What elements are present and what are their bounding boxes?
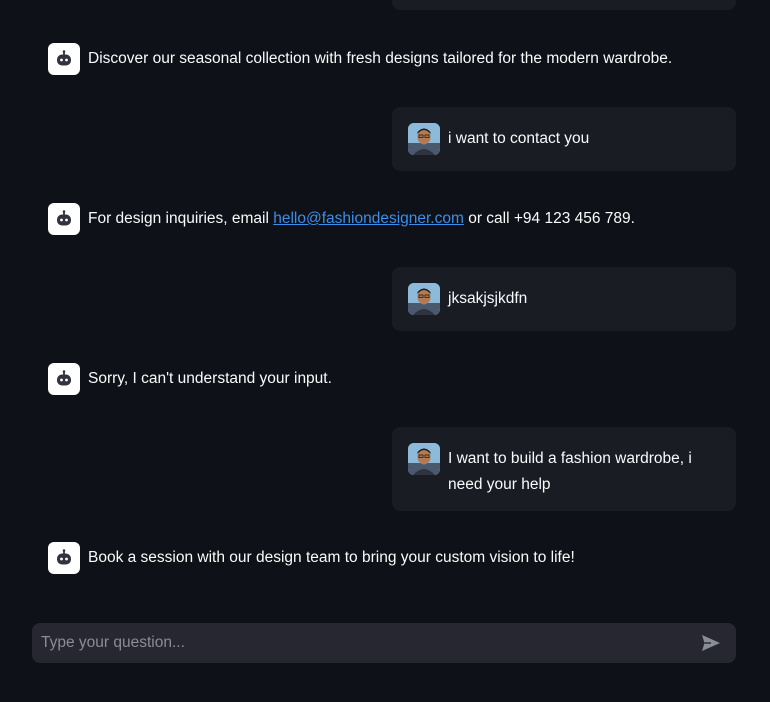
message-text: jksakjsjkdfn [448, 290, 528, 307]
robot-icon [48, 43, 80, 75]
assistant-message: For design inquiries, email hello@fashio… [48, 203, 738, 235]
message-text: i want to contact you [448, 130, 590, 147]
assistant-message: Discover our seasonal collection with fr… [48, 43, 738, 75]
message-text-before-link: For design inquiries, email [88, 210, 274, 227]
message-text: Discover our seasonal collection with fr… [88, 50, 673, 67]
user-message: jksakjsjkdfn [392, 267, 736, 331]
message-text-after-link: or call +94 123 456 789. [463, 210, 635, 227]
chat-input-bar [32, 623, 736, 663]
chat-input[interactable] [41, 634, 698, 652]
user-message: i want to contact you [392, 107, 736, 171]
email-link[interactable]: hello@fashiondesigner.com [273, 210, 464, 227]
send-button[interactable] [698, 630, 724, 656]
robot-icon [48, 363, 80, 395]
previous-message-fragment [392, 0, 736, 10]
message-text: Book a session with our design team to b… [88, 549, 575, 566]
message-text: I want to build a fashion wardrobe, i ne… [448, 450, 692, 493]
assistant-message: Book a session with our design team to b… [48, 542, 738, 574]
robot-icon [48, 203, 80, 235]
user-message: I want to build a fashion wardrobe, i ne… [392, 427, 736, 511]
send-icon [702, 635, 720, 651]
assistant-message: Sorry, I can't understand your input. [48, 363, 738, 395]
user-avatar [408, 283, 440, 315]
robot-icon [48, 542, 80, 574]
user-avatar [408, 123, 440, 155]
user-avatar [408, 443, 440, 475]
message-text: For design inquiries, email hello@fashio… [88, 206, 635, 232]
message-text: Sorry, I can't understand your input. [88, 370, 332, 387]
